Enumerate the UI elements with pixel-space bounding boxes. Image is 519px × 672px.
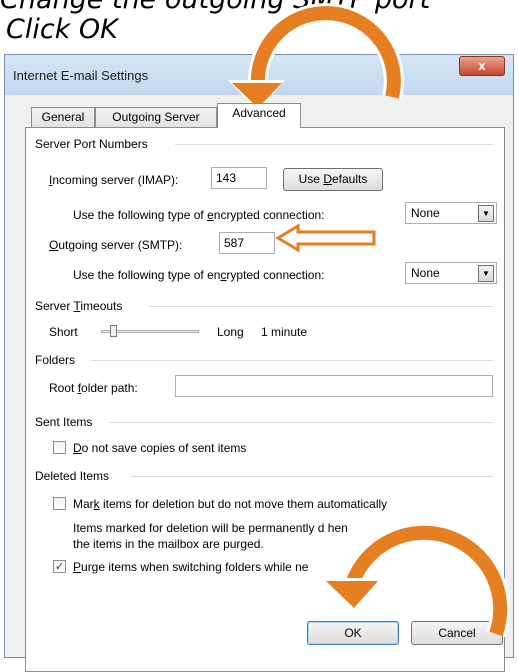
annotation-overlay <box>228 3 511 638</box>
tab-advanced[interactable]: Advanced <box>217 103 301 128</box>
arrow-to-outgoing-port-icon <box>275 223 376 253</box>
arrow-to-title-icon <box>228 3 404 112</box>
arrow-to-ok-button-icon <box>322 522 511 638</box>
